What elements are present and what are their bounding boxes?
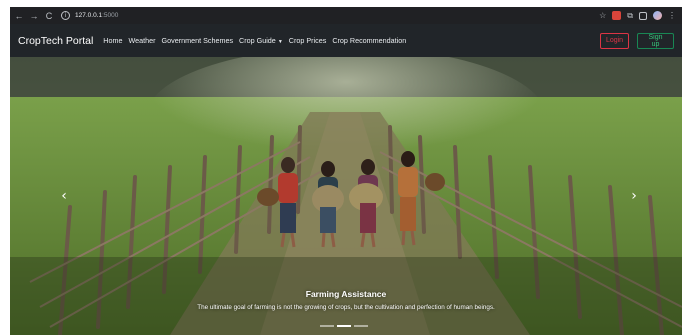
back-icon[interactable]: ← [13,11,25,21]
forward-icon[interactable]: → [28,11,40,21]
site-navbar: CropTech Portal Home Weather Government … [10,24,682,57]
nav-link-crop-prices[interactable]: Crop Prices [289,36,327,45]
caret-down-icon: ▼ [277,39,283,45]
url-host: 127.0.0.1 [75,12,103,19]
menu-kebab-icon[interactable]: ⋮ [668,11,676,20]
carousel-indicator[interactable] [354,325,368,327]
address-bar[interactable]: 127.0.0.1:5000 [75,12,118,19]
nav-link-crop-guide-label: Crop Guide [239,36,276,45]
chevron-left-icon[interactable]: ‹ [56,187,72,205]
bookmark-star-icon[interactable]: ☆ [599,11,606,20]
browser-actions: ☆ ⧉ ⋮ [599,11,676,21]
browser-toolbar: ← → C i 127.0.0.1:5000 ☆ ⧉ ⋮ [10,7,682,24]
extension-icon[interactable] [612,11,622,20]
carousel-indicators [320,325,368,327]
nav-link-home[interactable]: Home [103,36,122,45]
nav-dropdown-crop-guide[interactable]: Crop Guide ▼ [239,36,283,45]
signup-button[interactable]: Sign up [637,32,674,49]
side-panel-icon[interactable] [639,11,647,20]
brand-logo-text[interactable]: CropTech Portal [18,35,93,47]
hero-carousel: ‹ › Farming Assistance The ultimate goal… [10,57,682,335]
nav-link-weather[interactable]: Weather [128,36,155,45]
login-button[interactable]: Login [600,32,629,49]
carousel-indicator[interactable] [320,325,334,327]
site-info-icon[interactable]: i [61,11,70,20]
carousel-indicator-active[interactable] [337,325,351,327]
profile-avatar-icon[interactable] [653,11,662,20]
nav-link-crop-recommendation[interactable]: Crop Recommendation [332,36,406,45]
reload-icon[interactable]: C [43,11,55,21]
chevron-right-icon[interactable]: › [626,187,642,205]
nav-link-government-schemes[interactable]: Government Schemes [162,36,234,45]
extensions-puzzle-icon[interactable]: ⧉ [627,11,633,21]
carousel-caption-text: The ultimate goal of farming is not the … [197,304,495,311]
url-port: :5000 [102,12,119,19]
auth-buttons: Login Sign up [600,32,674,49]
carousel-caption-title: Farming Assistance [305,289,387,299]
